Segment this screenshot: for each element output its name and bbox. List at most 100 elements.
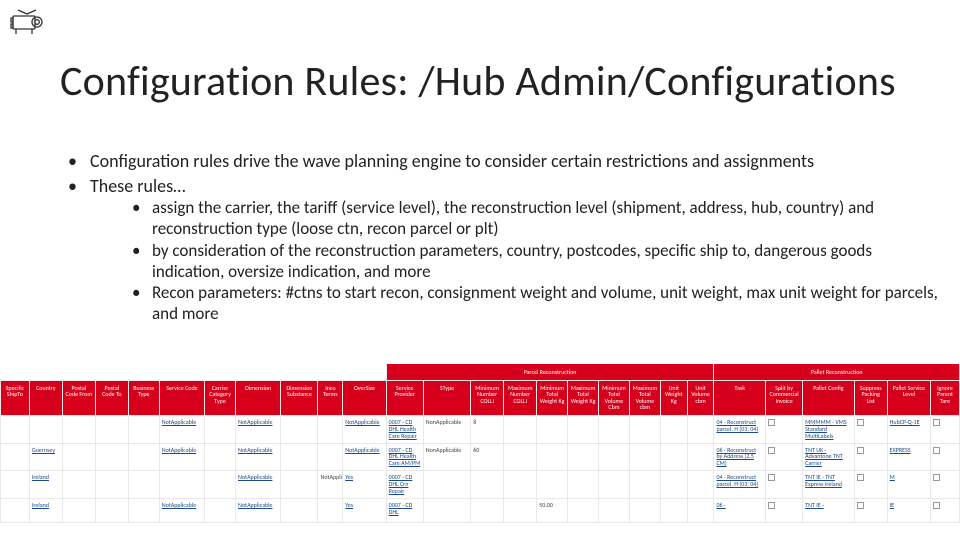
table-cell: NotApplicable (343, 415, 386, 443)
cell-link[interactable]: TNT UK - Advantone TNT Carrier (805, 446, 843, 468)
table-cell (930, 443, 959, 471)
sub-bullet-3: Recon parameters: #ctns to start recon, … (132, 282, 940, 325)
column-header: Business Type (128, 380, 159, 415)
column-header: Country (29, 380, 62, 415)
table-cell: Ireland (29, 498, 62, 522)
table-cell (318, 498, 343, 522)
cell-link[interactable]: TNT IE - TNT Express Ireland (805, 473, 842, 488)
table-cell (62, 471, 95, 499)
table-cell: 0007 - CD DHL Crn Repair (386, 471, 423, 499)
table-row: IrelandNotApplicableNotApplicableYes0007… (1, 471, 960, 499)
table-cell (159, 471, 204, 499)
cell-link[interactable]: 0007 - CD DHL (389, 501, 413, 516)
cell-link[interactable]: Ireland (32, 473, 49, 481)
cell-link[interactable]: 06 - (716, 501, 725, 509)
table-cell (62, 443, 95, 471)
cell-link[interactable]: 06 - Reconstruct by Address (2.5 CM) (716, 446, 756, 468)
column-header: Ignore Parent Tare (930, 380, 959, 415)
table-cell: 04 - Reconstruct parcel. H (03; 04) (714, 415, 766, 443)
table-cell (629, 443, 660, 471)
table-cell (629, 498, 660, 522)
table-cell: NotApplicable (159, 415, 204, 443)
table-cell (504, 498, 537, 522)
table-cell (568, 443, 599, 471)
column-header: Unit Volume cbm (687, 380, 714, 415)
table-cell (62, 415, 95, 443)
table-cell (930, 498, 959, 522)
cell-link[interactable]: 0007 - CD DHL Health Care AM/PM (389, 446, 421, 468)
cell-link[interactable]: 04 - Reconstruct parcel. H (03; 04) (716, 418, 758, 433)
cell-link[interactable]: NotApplicable (162, 446, 196, 454)
table-cell (205, 471, 236, 499)
cell-link[interactable]: NotApplicable (238, 473, 272, 481)
config-table-wrap: Parcel Reconstruction Pallet Reconstruct… (0, 364, 960, 523)
cell-link[interactable]: Guernsey (32, 446, 55, 454)
table-cell (318, 415, 343, 443)
table-cell (687, 498, 714, 522)
cell-link[interactable]: NotApplicable (238, 418, 272, 426)
checkbox-icon (933, 474, 940, 481)
column-header: Dimension (236, 380, 281, 415)
table-cell: 50.00 (537, 498, 568, 522)
column-header: Specific ShipTo (1, 380, 30, 415)
table-cell (281, 498, 318, 522)
table-cell (854, 471, 887, 499)
cell-link[interactable]: Ireland (32, 501, 49, 509)
cell-link[interactable]: NotApplicable (345, 446, 379, 454)
checkbox-icon (768, 502, 775, 509)
table-cell (1, 471, 30, 499)
cell-link[interactable]: 0007 - CD DHL Health Care Repair (389, 418, 417, 440)
table-cell (128, 443, 159, 471)
table-cell: TNT IE - (803, 498, 855, 522)
table-header-columns: Specific ShipToCountryPostal Code FromPo… (1, 380, 960, 415)
table-cell (423, 471, 470, 499)
cell-link[interactable]: 04 - Reconstruct parcel. H (03; 04) (716, 473, 758, 488)
column-header: Pallet Config (803, 380, 855, 415)
table-cell: Ireland (29, 471, 62, 499)
table-body: NotApplicable NotApplicable NotApplicable 0… (1, 415, 960, 522)
table-cell (629, 471, 660, 499)
cell-link[interactable]: NotApplicable (162, 501, 196, 509)
table-cell (599, 443, 630, 471)
cell-link[interactable]: M (890, 473, 895, 481)
table-cell (128, 471, 159, 499)
table-cell (599, 415, 630, 443)
cell-link[interactable]: NotApplicable (345, 418, 379, 426)
cell-link[interactable]: IE (890, 501, 894, 509)
cell-link[interactable]: Yes (345, 473, 353, 481)
cell-link[interactable]: 0007 - CD DHL Crn Repair (389, 473, 413, 495)
table-cell: NonApplicable (423, 415, 470, 443)
table-cell (687, 415, 714, 443)
cell-link[interactable]: NotApplicable (238, 446, 272, 454)
table-cell: TNT IE - TNT Express Ireland (803, 471, 855, 499)
cell-link[interactable]: EXPRESS (890, 446, 911, 454)
cell-link[interactable]: MMMMM - VMS Standard MultiLabels (805, 418, 847, 440)
cell-link[interactable]: Yes (345, 501, 353, 509)
table-cell (423, 498, 470, 522)
column-header: Dimension Substance (281, 380, 318, 415)
bullet-2: These rules… assign the carrier, the tar… (68, 175, 940, 325)
table-cell: NotApplicable (343, 443, 386, 471)
table-cell (766, 443, 803, 471)
table-cell (281, 443, 318, 471)
column-header: Carrier Category Type (205, 380, 236, 415)
column-header: Minimum Number COLLI (471, 380, 504, 415)
column-header: Maximum Total Weight Kg (568, 380, 599, 415)
table-cell (471, 471, 504, 499)
table-cell (1, 415, 30, 443)
table-cell (629, 415, 660, 443)
column-header: Task (714, 380, 766, 415)
cell-link[interactable]: NotApplicable (162, 418, 196, 426)
cell-link[interactable]: HubCP-Q-1E (890, 418, 920, 426)
table-cell: NotApplicable (159, 443, 204, 471)
table-cell: 60 (471, 443, 504, 471)
table-cell (660, 498, 687, 522)
cell-link[interactable]: NotApplicable (238, 501, 272, 509)
sub-bullet-2: by consideration of the reconstruction p… (132, 240, 940, 283)
column-header: Maximum Number COLLI (504, 380, 537, 415)
bullet-list: Configuration rules drive the wave plann… (68, 150, 940, 327)
table-cell (205, 443, 236, 471)
cell-link[interactable]: TNT IE - (805, 501, 824, 509)
table-cell: NotApplicable (318, 471, 343, 499)
table-header-groups: Parcel Reconstruction Pallet Reconstruct… (1, 364, 960, 380)
